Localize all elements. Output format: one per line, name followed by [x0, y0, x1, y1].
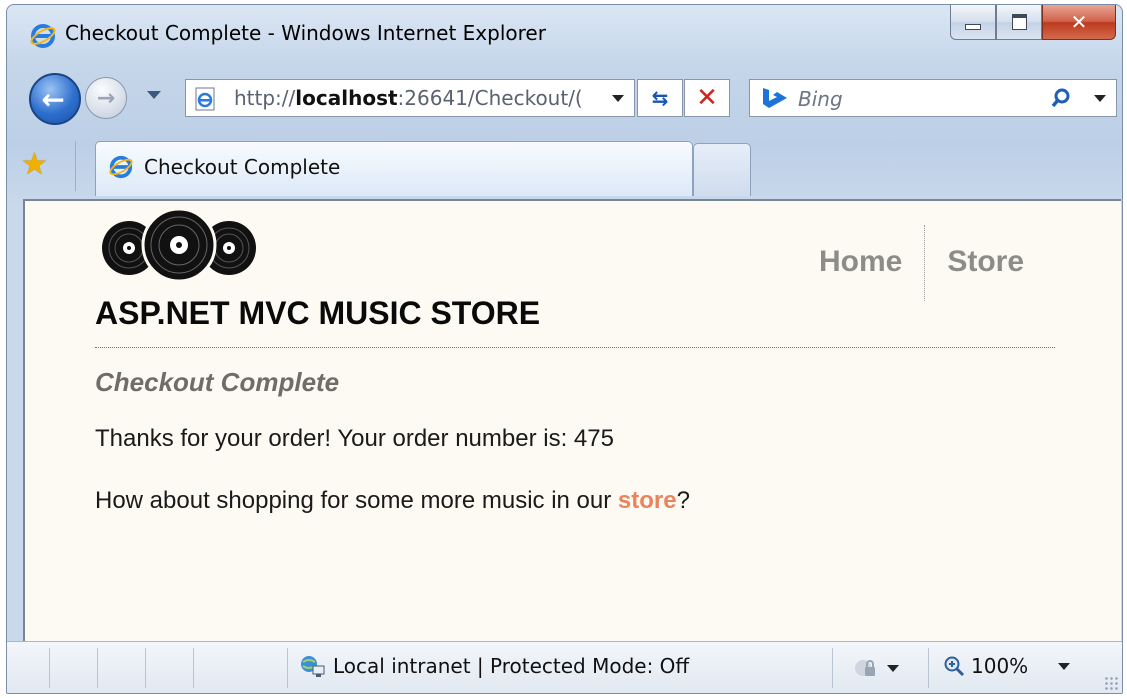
back-arrow-icon: ←: [41, 82, 65, 116]
status-divider: [927, 648, 929, 688]
zoom-icon: [944, 656, 965, 677]
search-placeholder: Bing: [798, 87, 843, 111]
window-title: Checkout Complete - Windows Internet Exp…: [65, 21, 546, 45]
forward-button[interactable]: →: [85, 77, 127, 119]
minimize-icon: [965, 24, 981, 30]
close-button[interactable]: ✕: [1042, 5, 1116, 40]
new-tab-button[interactable]: [693, 143, 751, 196]
favorites-star-icon[interactable]: ★: [21, 147, 48, 182]
zoom-level: 100%: [971, 654, 1029, 678]
browser-window: Checkout Complete - Windows Internet Exp…: [6, 4, 1123, 694]
site-title: ASP.NET MVC MUSIC STORE: [95, 295, 541, 331]
address-bar[interactable]: http://localhost:26641/Checkout/(: [185, 79, 635, 117]
status-cell: [145, 648, 194, 688]
address-url: http://localhost:26641/Checkout/(: [234, 86, 583, 110]
search-box[interactable]: Bing: [749, 79, 1117, 117]
status-cell: [193, 648, 288, 688]
main-nav: Home Store: [819, 225, 1024, 301]
status-cell: [49, 648, 98, 688]
status-cell: [97, 648, 146, 688]
vinyl-records-logo[interactable]: [99, 207, 259, 293]
shop-more-prefix: How about shopping for some more music i…: [95, 487, 618, 514]
bing-logo-icon: [760, 86, 790, 114]
divider: [75, 141, 76, 191]
stop-icon: ✕: [696, 83, 718, 113]
minimize-button[interactable]: [950, 5, 996, 40]
zone-text: Local intranet | Protected Mode: Off: [333, 654, 690, 678]
protected-mode-button[interactable]: [853, 656, 899, 680]
chevron-down-icon: [887, 664, 899, 672]
store-link[interactable]: store: [618, 487, 677, 514]
status-cell: [7, 648, 50, 688]
caption-buttons: ✕: [950, 5, 1116, 41]
zoom-control[interactable]: 100%: [943, 654, 1071, 678]
title-bar: Checkout Complete - Windows Internet Exp…: [7, 5, 1122, 59]
maximize-button[interactable]: [996, 5, 1042, 40]
maximize-icon: [1011, 14, 1027, 30]
ie-logo-icon: [29, 22, 57, 54]
status-divider: [831, 648, 833, 688]
page-icon: [194, 87, 218, 115]
resize-grip[interactable]: [1104, 676, 1118, 690]
search-dropdown-icon[interactable]: [1094, 95, 1106, 102]
intranet-globe-icon: [301, 656, 325, 677]
stop-button[interactable]: ✕: [684, 79, 730, 117]
forward-arrow-icon: →: [96, 85, 116, 111]
refresh-button[interactable]: ⇆: [637, 79, 683, 117]
tab-bar: ★ Checkout Complete: [7, 133, 1122, 197]
navigation-bar: ← → http://localhost:26641/Checkout/( ⇆ …: [7, 65, 1122, 131]
close-icon: ✕: [1070, 10, 1088, 34]
security-zone[interactable]: Local intranet | Protected Mode: Off: [299, 654, 689, 678]
address-dropdown-icon[interactable]: [612, 95, 624, 102]
tab-checkout-complete[interactable]: Checkout Complete: [95, 141, 693, 196]
order-confirmation-text: Thanks for your order! Your order number…: [95, 425, 614, 452]
recent-pages-dropdown-icon[interactable]: [147, 91, 161, 99]
chevron-down-icon: [1058, 662, 1071, 670]
back-button[interactable]: ←: [29, 73, 81, 125]
shop-more-suffix: ?: [676, 487, 690, 514]
status-bar: Local intranet | Protected Mode: Off 100…: [7, 641, 1122, 693]
nav-home-link[interactable]: Home: [819, 225, 926, 301]
header-divider: [95, 347, 1055, 348]
search-icon[interactable]: [1050, 87, 1072, 113]
refresh-icon: ⇆: [651, 86, 669, 110]
page-heading: Checkout Complete: [95, 367, 340, 397]
page-content: ASP.NET MVC MUSIC STORE Home Store Check…: [23, 199, 1121, 641]
shop-more-text: How about shopping for some more music i…: [95, 487, 690, 515]
nav-store-link[interactable]: Store: [925, 225, 1024, 301]
shield-lock-icon: [855, 660, 875, 676]
tab-label: Checkout Complete: [144, 155, 341, 179]
ie-logo-icon: [108, 154, 134, 184]
